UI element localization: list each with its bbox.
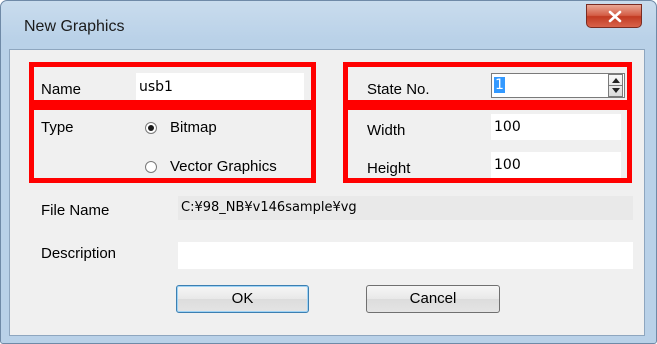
description-label: Description [41,245,117,262]
title-bar[interactable]: New Graphics [1,1,656,51]
file-name-label: File Name [41,202,110,219]
cancel-button[interactable]: Cancel [366,285,500,313]
window-title: New Graphics [24,18,125,35]
close-icon [608,10,622,23]
highlight-box-size [343,105,632,183]
highlight-box-type [29,105,316,183]
ok-button[interactable]: OK [176,285,309,313]
description-field[interactable] [178,242,633,269]
highlight-box-state-no [343,62,632,105]
close-button[interactable] [586,4,642,28]
file-name-field: C:¥98_NB¥v146sample¥vg [178,196,633,220]
highlight-box-name [29,62,316,105]
